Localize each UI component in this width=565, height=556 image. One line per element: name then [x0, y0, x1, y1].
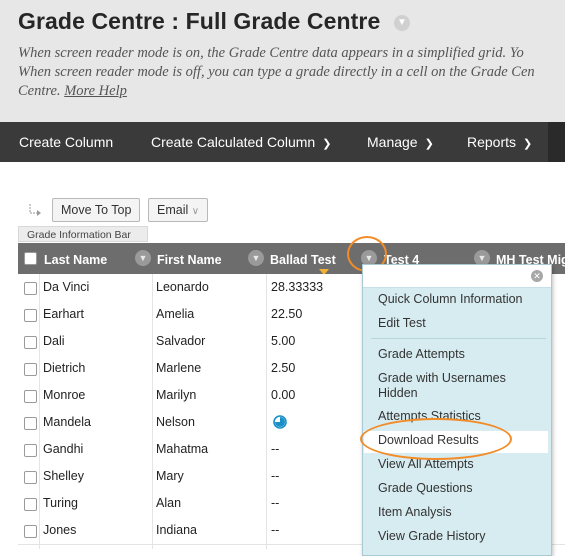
- page-header: Grade Centre : Full Grade Centre ▼ When …: [0, 0, 565, 122]
- description-line-3: Centre.: [18, 83, 61, 99]
- title-chevron-down-icon[interactable]: ▼: [394, 15, 410, 31]
- row-checkbox[interactable]: [24, 336, 37, 349]
- chevron-down-icon: ❯: [322, 138, 332, 150]
- selection-arrow-icon: [29, 204, 41, 216]
- cell-ballad-test[interactable]: 5.00: [271, 328, 295, 355]
- column-header-last-name[interactable]: Last Name: [44, 243, 144, 274]
- cell-ballad-test[interactable]: --: [271, 490, 279, 517]
- menu-item-grade-attempts[interactable]: Grade Attempts: [378, 347, 543, 362]
- manage-label: Manage: [367, 134, 418, 150]
- grade-information-bar[interactable]: Grade Information Bar: [18, 226, 148, 242]
- description-line-2: When screen reader mode is off, you can …: [18, 64, 535, 80]
- menu-divider: [371, 338, 546, 339]
- cell-last-name: Dietrich: [43, 361, 86, 375]
- in-progress-icon[interactable]: [273, 415, 287, 429]
- column-header-ballad-test[interactable]: Ballad Test: [270, 243, 350, 274]
- column-context-menu: ✕ Quick Column Information Edit Test Gra…: [362, 264, 552, 556]
- row-checkbox[interactable]: [24, 444, 37, 457]
- cell-last-name: Mandela: [43, 415, 91, 429]
- page-title: Grade Centre : Full Grade Centre: [18, 8, 381, 34]
- cell-last-name: Turing: [43, 496, 78, 510]
- create-column-button[interactable]: Create Column: [19, 122, 113, 162]
- cell-first-name: Marilyn: [156, 388, 197, 402]
- cell-first-name: Mahatma: [156, 442, 209, 456]
- row-checkbox[interactable]: [24, 417, 37, 430]
- cell-first-name: Nelson: [156, 415, 195, 429]
- toolbar-overflow[interactable]: [548, 122, 565, 162]
- chevron-down-icon: ❯: [424, 138, 434, 150]
- cell-last-name: Earhart: [43, 307, 84, 321]
- menu-item-grade-with-usernames-hidden[interactable]: Grade with Usernames Hidden: [378, 371, 543, 401]
- email-label: Email: [157, 203, 189, 217]
- cell-ballad-test[interactable]: 22.50: [271, 301, 302, 328]
- annotation-circle-download-results: [360, 418, 512, 460]
- reports-label: Reports: [467, 134, 517, 150]
- email-button[interactable]: Email ∨: [148, 198, 209, 222]
- create-calculated-column-label: Create Calculated Column: [151, 134, 316, 150]
- cell-ballad-test[interactable]: 28.33333: [271, 274, 323, 301]
- cell-last-name: Monroe: [43, 388, 86, 402]
- cell-ballad-test[interactable]: --: [271, 463, 279, 490]
- first-name-chevron-down-icon[interactable]: ▼: [248, 250, 264, 266]
- row-checkbox[interactable]: [24, 282, 37, 295]
- row-checkbox[interactable]: [24, 498, 37, 511]
- row-checkbox[interactable]: [24, 309, 37, 322]
- menu-header: ✕: [363, 265, 551, 288]
- chevron-down-icon: ∨: [191, 206, 200, 217]
- description-line-1: When screen reader mode is on, the Grade…: [18, 45, 524, 61]
- manage-menu[interactable]: Manage ❯: [367, 122, 434, 162]
- column-divider: [266, 274, 267, 549]
- more-help-link[interactable]: More Help: [64, 83, 127, 99]
- menu-item-view-all-attempts[interactable]: View All Attempts: [378, 457, 543, 472]
- action-toolbar: Create Column Create Calculated Column ❯ …: [0, 122, 565, 162]
- cell-first-name: Mary: [156, 469, 184, 483]
- cell-last-name: Shelley: [43, 469, 84, 483]
- menu-item-edit-test[interactable]: Edit Test: [378, 316, 543, 331]
- column-divider: [39, 274, 40, 549]
- cell-first-name: Alan: [156, 496, 182, 510]
- cell-last-name: Gandhi: [43, 442, 84, 456]
- cell-first-name: Salvador: [156, 334, 206, 348]
- row-checkbox[interactable]: [24, 390, 37, 403]
- last-name-chevron-down-icon[interactable]: ▼: [135, 250, 151, 266]
- cell-last-name: Jones: [43, 523, 77, 537]
- column-divider: [152, 274, 153, 549]
- cell-last-name: Dali: [43, 334, 65, 348]
- row-checkbox[interactable]: [24, 363, 37, 376]
- create-column-label: Create Column: [19, 134, 114, 150]
- cell-ballad-test[interactable]: 2.50: [271, 355, 295, 382]
- row-checkbox[interactable]: [24, 471, 37, 484]
- page-description: When screen reader mode is on, the Grade…: [18, 44, 565, 101]
- reports-menu[interactable]: Reports ❯: [467, 122, 532, 162]
- menu-item-item-analysis[interactable]: Item Analysis: [378, 505, 543, 520]
- menu-item-quick-column-information[interactable]: Quick Column Information: [378, 292, 543, 307]
- column-header-first-name[interactable]: First Name: [157, 243, 257, 274]
- move-to-top-button[interactable]: Move To Top: [52, 198, 141, 222]
- close-icon[interactable]: ✕: [531, 270, 543, 282]
- menu-item-view-grade-history[interactable]: View Grade History: [378, 529, 543, 544]
- cell-ballad-test[interactable]: 0.00: [271, 382, 295, 409]
- cell-ballad-test[interactable]: --: [271, 517, 279, 544]
- row-checkbox[interactable]: [24, 525, 37, 538]
- cell-ballad-test[interactable]: --: [271, 436, 279, 463]
- menu-item-grade-questions[interactable]: Grade Questions: [378, 481, 543, 496]
- chevron-down-icon: ❯: [523, 138, 533, 150]
- cell-first-name: Marlene: [156, 361, 202, 375]
- create-calculated-column-menu[interactable]: Create Calculated Column ❯: [151, 122, 331, 162]
- select-all-checkbox[interactable]: [24, 252, 37, 265]
- cell-first-name: Leonardo: [156, 280, 209, 294]
- cell-last-name: Da Vinci: [43, 280, 90, 294]
- cell-first-name: Indiana: [156, 523, 198, 537]
- cell-first-name: Amelia: [156, 307, 195, 321]
